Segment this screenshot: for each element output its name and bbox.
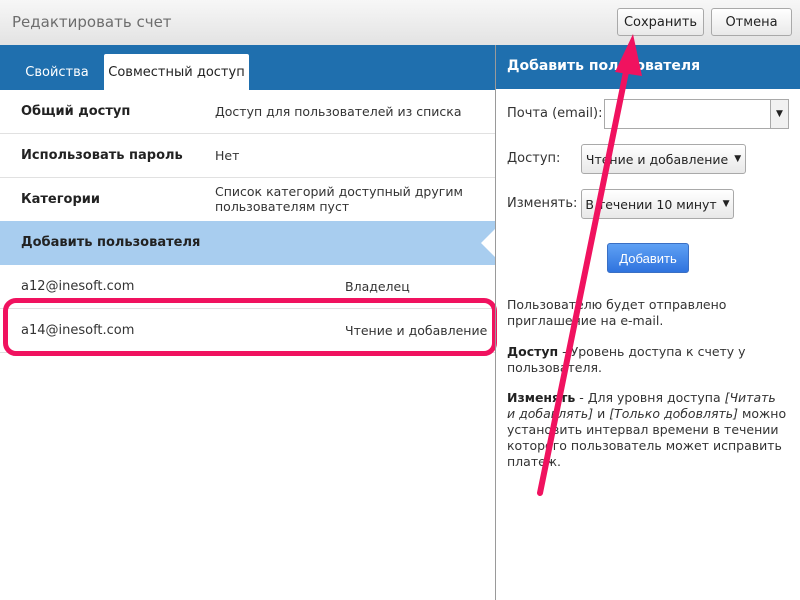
- annotation-arrow-shaft: [537, 59, 631, 496]
- annotation-arrow-head: [615, 34, 642, 76]
- annotation-arrow: [537, 34, 642, 496]
